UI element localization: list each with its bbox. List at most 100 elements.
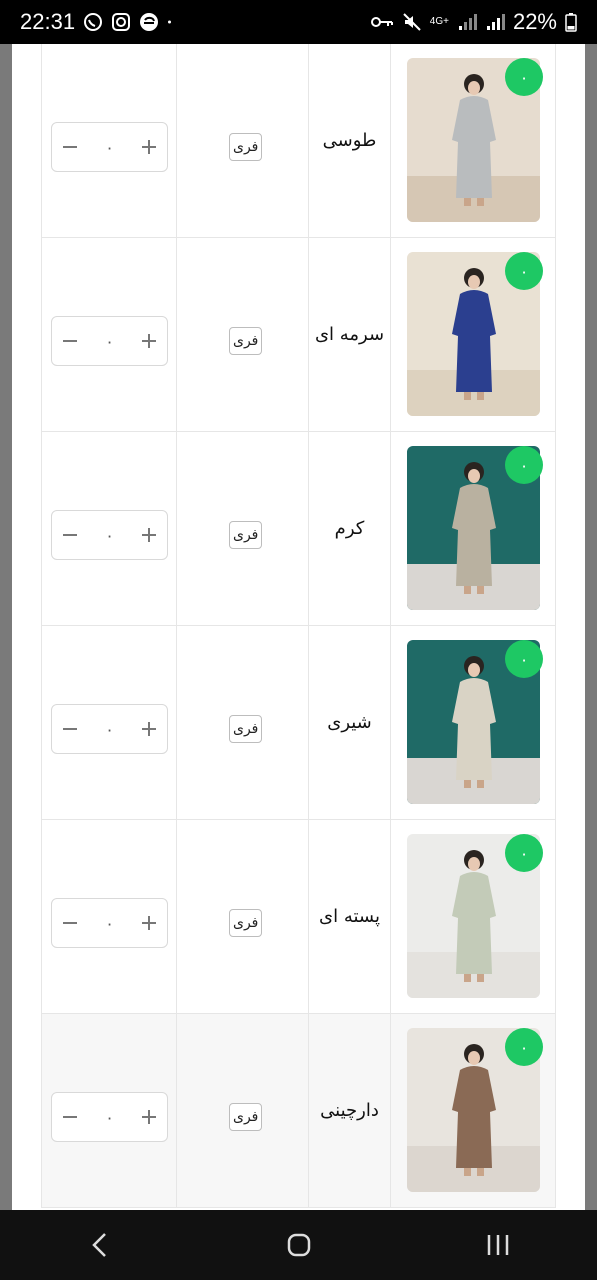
quantity-cell: ۰ [41,432,176,625]
increment-button[interactable] [137,1105,161,1129]
increment-button[interactable] [137,135,161,159]
image-cell: ۰ [390,44,556,237]
quantity-value: ۰ [105,525,114,545]
variant-row: ۰ فری پسته ای ۰ [41,820,556,1014]
product-variants-sheet: ۰ فری طوسی ۰ ۰ فری سرمه ای ۰ ۰ فری کرم ۰… [12,44,585,1210]
minus-icon [63,922,77,924]
image-cell: ۰ [390,1014,556,1207]
color-name: شیری [327,712,372,733]
quantity-value: ۰ [105,137,114,157]
color-name: دارچینی [320,1100,379,1121]
instagram-icon [112,13,131,31]
size-cell: فری [176,1014,308,1207]
color-name: کرم [334,518,365,539]
quantity-stepper: ۰ [51,1092,168,1142]
size-chip[interactable]: فری [229,1103,263,1131]
quantity-stepper: ۰ [51,316,168,366]
mute-icon [403,13,421,31]
minus-icon [63,146,77,148]
minus-icon [63,728,77,730]
size-cell: فری [176,432,308,625]
image-cell: ۰ [390,626,556,819]
quantity-stepper: ۰ [51,122,168,172]
minus-icon [63,340,77,342]
color-cell: طوسی [308,44,390,237]
size-chip[interactable]: فری [229,133,263,161]
network-type: 4G+ [429,16,449,27]
variants-table: ۰ فری طوسی ۰ ۰ فری سرمه ای ۰ ۰ فری کرم ۰… [41,44,556,1208]
system-nav-bar [0,1210,597,1280]
status-time: 22:31 [20,9,76,34]
size-chip[interactable]: فری [229,327,263,355]
minus-icon [63,1116,77,1118]
increment-button[interactable] [137,523,161,547]
quantity-stepper: ۰ [51,704,168,754]
variant-row: ۰ فری طوسی ۰ [41,44,556,238]
variant-row: ۰ فری کرم ۰ [41,432,556,626]
size-cell: فری [176,820,308,1013]
status-bar: 22:31 4G+ 22% [0,0,597,44]
decrement-button[interactable] [58,523,82,547]
whatsapp-icon [84,13,103,31]
battery-icon [565,13,577,32]
signal-icon-2 [486,14,505,30]
model-figure [451,462,496,594]
image-cell: ۰ [390,432,556,625]
selected-count-badge: ۰ [505,640,543,678]
model-figure [451,850,496,982]
decrement-button[interactable] [58,717,82,741]
decrement-button[interactable] [58,1105,82,1129]
selected-count-badge: ۰ [505,834,543,872]
increment-button[interactable] [137,329,161,353]
color-cell: کرم [308,432,390,625]
selected-count-badge: ۰ [505,446,543,484]
color-name: پسته ای [319,906,380,927]
model-figure [451,268,496,400]
color-cell: شیری [308,626,390,819]
selected-count-badge: ۰ [505,58,543,96]
image-cell: ۰ [390,238,556,431]
decrement-button[interactable] [58,135,82,159]
color-cell: سرمه ای [308,238,390,431]
model-figure [451,656,496,788]
quantity-stepper: ۰ [51,510,168,560]
decrement-button[interactable] [58,911,82,935]
quantity-cell: ۰ [41,44,176,237]
color-name: طوسی [322,130,377,151]
color-cell: دارچینی [308,1014,390,1207]
battery-percent: 22% [512,9,557,34]
increment-button[interactable] [137,717,161,741]
decrement-button[interactable] [58,329,82,353]
plus-icon [142,1110,156,1124]
quantity-stepper: ۰ [51,898,168,948]
selected-count-badge: ۰ [505,1028,543,1066]
size-chip[interactable]: فری [229,521,263,549]
nav-home-button[interactable] [269,1215,329,1275]
plus-icon [142,528,156,542]
nav-recents-button[interactable] [468,1215,528,1275]
home-icon [287,1233,310,1257]
plus-icon [142,916,156,930]
plus-icon [142,140,156,154]
plus-icon [142,334,156,348]
selected-count-badge: ۰ [505,252,543,290]
nav-back-button[interactable] [70,1215,130,1275]
size-chip[interactable]: فری [229,715,263,743]
quantity-value: ۰ [105,719,114,739]
size-cell: فری [176,238,308,431]
variant-row: ۰ فری دارچینی ۰ [41,1014,556,1208]
image-cell: ۰ [390,820,556,1013]
model-figure [451,74,496,206]
color-name: سرمه ای [314,324,385,345]
signal-icon [458,14,477,30]
size-cell: فری [176,44,308,237]
size-chip[interactable]: فری [229,909,263,937]
increment-button[interactable] [137,911,161,935]
quantity-value: ۰ [105,331,114,351]
color-cell: پسته ای [308,820,390,1013]
quantity-cell: ۰ [41,626,176,819]
variant-row: ۰ فری شیری ۰ [41,626,556,820]
quantity-value: ۰ [105,1107,114,1127]
quantity-cell: ۰ [41,238,176,431]
key-icon [370,17,393,27]
